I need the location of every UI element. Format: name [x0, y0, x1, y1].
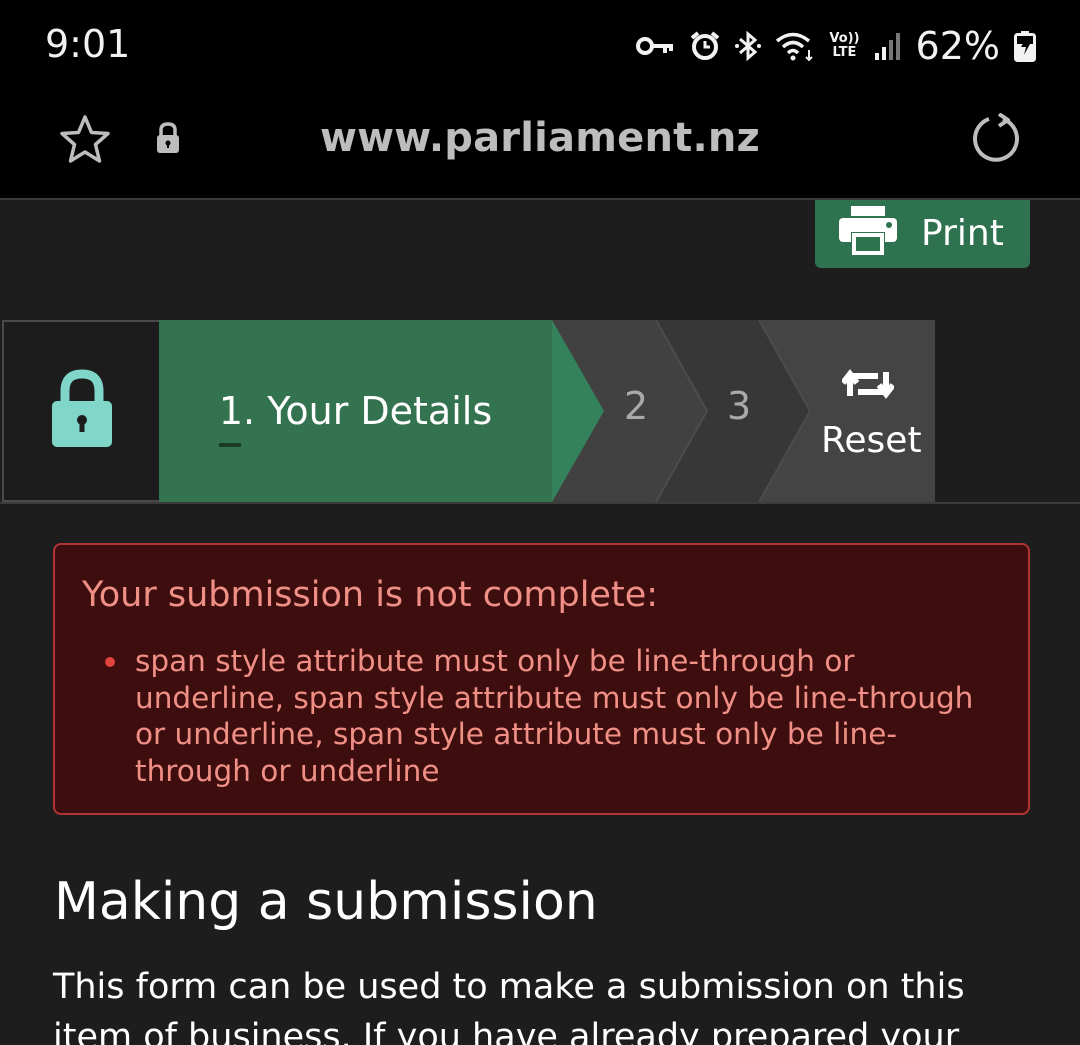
battery-icon — [1014, 30, 1036, 62]
print-label: Print — [921, 212, 1004, 254]
step-1-your-details[interactable]: 1. Your Details — [159, 320, 552, 502]
status-bar: 9:01 Vo)) LTE 62% — [0, 0, 1080, 95]
status-icons: Vo)) LTE 62% — [635, 24, 1036, 68]
step-1-label: 1. Your Details — [218, 389, 493, 447]
reset-button[interactable]: Reset — [821, 420, 922, 461]
step-1-underline — [218, 443, 241, 447]
error-title: Your submission is not complete: — [82, 575, 659, 615]
error-item-text: span style attribute must only be line-t… — [135, 644, 974, 788]
error-summary: Your submission is not complete: span st… — [53, 543, 1030, 815]
signal-icon — [874, 31, 902, 61]
browser-url-bar: www.parliament.nz — [0, 95, 1080, 198]
status-time: 9:01 — [45, 22, 131, 66]
form-steps: 1. Your Details 2 3 Reset — [0, 320, 1080, 504]
volte-bottom-text: LTE — [832, 45, 857, 60]
url-text[interactable]: www.parliament.nz — [0, 115, 1080, 161]
volte-top-text: Vo)) — [829, 31, 860, 46]
wifi-icon — [775, 30, 815, 62]
intro-paragraph: This form can be used to make a submissi… — [53, 967, 965, 1045]
error-list: span style attribute must only be line-t… — [105, 643, 985, 789]
print-button[interactable]: Print — [815, 200, 1030, 268]
battery-percentage: 62% — [915, 24, 1000, 68]
step-3-label[interactable]: 3 — [727, 384, 751, 428]
bluetooth-icon — [735, 29, 762, 63]
page-content: Print 1. Your Details 2 3 Reset Your sub… — [0, 198, 1080, 1045]
step-2-label[interactable]: 2 — [624, 384, 648, 428]
key-icon — [635, 34, 675, 58]
alarm-icon — [689, 30, 721, 62]
step-1-text: 1. Your Details — [218, 389, 493, 433]
bullet-icon — [105, 657, 115, 667]
padlock-icon — [51, 369, 113, 453]
printer-icon — [837, 206, 899, 260]
error-item: span style attribute must only be line-t… — [105, 643, 985, 789]
volte-icon: Vo)) LTE — [829, 32, 859, 60]
reload-icon[interactable] — [970, 112, 1022, 169]
section-heading: Making a submission — [54, 872, 598, 932]
reset-icon — [840, 366, 896, 406]
step-lock-cell — [2, 320, 159, 502]
